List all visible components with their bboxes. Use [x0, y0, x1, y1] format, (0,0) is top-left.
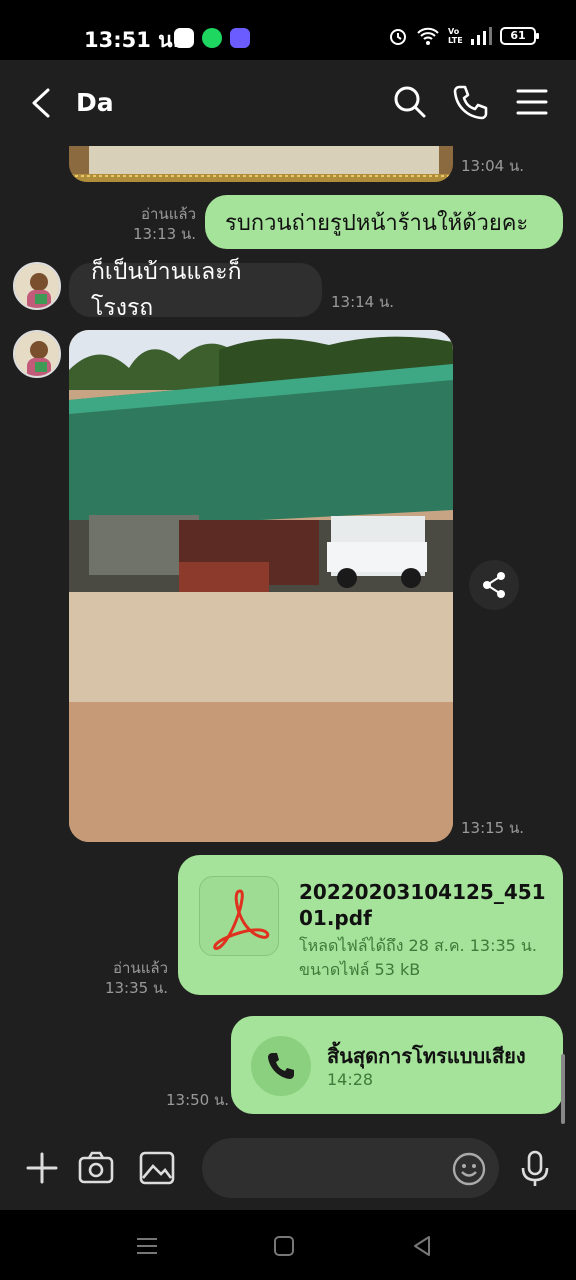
incoming-text-bubble[interactable]: ก็เป็นบ้านและก็โรงรถ	[69, 259, 322, 321]
message-time: 13:35 น.	[104, 979, 168, 997]
avatar-image	[15, 264, 59, 308]
mic-icon[interactable]	[515, 1148, 555, 1188]
recents-icon[interactable]	[133, 1232, 161, 1260]
search-icon[interactable]	[390, 82, 430, 122]
call-duration: 14:28	[327, 1070, 374, 1089]
plus-icon[interactable]	[22, 1148, 62, 1188]
status-time: 13:51 น.	[84, 28, 181, 52]
message-time: 13:13 น.	[132, 225, 196, 243]
line-app-icon	[174, 28, 194, 48]
phone-icon[interactable]	[450, 82, 490, 122]
alarm-icon	[390, 29, 406, 45]
message-time: 13:15 น.	[461, 819, 525, 837]
signal-icon	[471, 27, 492, 45]
message-meta: อ่านแล้ว 13:13 น.	[118, 204, 196, 244]
message-list[interactable]: 13:04 น. อ่านแล้ว 13:13 น. รบกวนถ่ายรูปห…	[0, 146, 576, 1130]
file-name: 20220203104125_45101.pdf	[299, 880, 546, 930]
back-nav-icon[interactable]	[408, 1232, 436, 1260]
message-text: ก็เป็นบ้านและก็โรงรถ	[91, 259, 242, 321]
message-time: 13:50 น.	[166, 1091, 230, 1109]
game-app-icon	[230, 28, 250, 48]
status-bar: 13:51 น. Vo LTE 61	[0, 0, 576, 60]
image-thumbnail	[69, 146, 453, 182]
file-expiry: โหลดไฟล์ได้ถึง 28 ส.ค. 13:35 น.	[299, 936, 537, 955]
read-receipt: อ่านแล้ว	[141, 205, 196, 223]
call-icon	[251, 1036, 311, 1096]
message-text: รบกวนถ่ายรูปหน้าร้านให้ด้วยคะ	[225, 210, 529, 236]
wifi-icon	[417, 27, 439, 45]
back-icon[interactable]	[24, 84, 60, 122]
camera-icon[interactable]	[76, 1148, 116, 1188]
file-size: ขนาดไฟล์ 53 kB	[299, 960, 421, 979]
share-button[interactable]	[469, 560, 519, 610]
image-message[interactable]	[69, 146, 453, 182]
pdf-icon	[199, 876, 279, 956]
avatar[interactable]	[13, 330, 61, 378]
outgoing-text-bubble[interactable]: รบกวนถ่ายรูปหน้าร้านให้ด้วยคะ	[205, 195, 563, 249]
message-time: 13:04 น.	[461, 157, 525, 175]
status-icons: Vo LTE 61	[388, 26, 539, 46]
volte-label: Vo LTE	[448, 27, 463, 45]
menu-icon[interactable]	[512, 82, 552, 122]
chat-header: Da	[0, 60, 576, 146]
scrollbar[interactable]	[561, 1054, 565, 1124]
photo-garage	[69, 330, 453, 842]
chat-title: Da	[76, 88, 114, 117]
battery-indicator: 61	[500, 27, 539, 45]
read-receipt: อ่านแล้ว	[113, 959, 168, 977]
call-title: สิ้นสุดการโทรแบบเสียง	[327, 1044, 526, 1068]
spotify-icon	[202, 28, 222, 48]
avatar-image	[15, 332, 59, 376]
input-bar	[0, 1130, 576, 1210]
system-nav-bar	[0, 1210, 576, 1280]
message-meta: อ่านแล้ว 13:35 น.	[100, 958, 168, 998]
image-message[interactable]	[69, 330, 453, 842]
emoji-icon[interactable]	[451, 1151, 487, 1187]
avatar[interactable]	[13, 262, 61, 310]
call-message-bubble[interactable]: สิ้นสุดการโทรแบบเสียง 14:28	[231, 1016, 563, 1114]
message-time: 13:14 น.	[331, 293, 395, 311]
share-icon	[483, 572, 505, 598]
home-icon[interactable]	[270, 1232, 298, 1260]
file-message-bubble[interactable]: 20220203104125_45101.pdf โหลดไฟล์ได้ถึง …	[178, 855, 563, 995]
image-icon[interactable]	[137, 1148, 177, 1188]
